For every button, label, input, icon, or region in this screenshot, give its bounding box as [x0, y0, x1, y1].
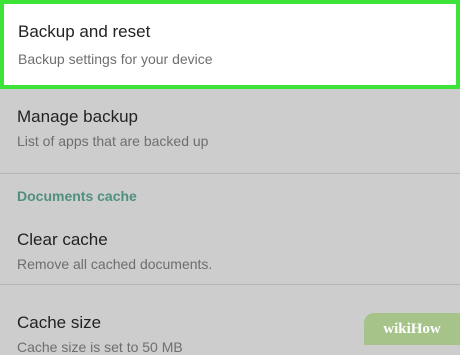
settings-item-subtitle: Cache size is set to 50 MB: [17, 339, 183, 355]
settings-item-subtitle: Remove all cached documents.: [17, 256, 213, 272]
settings-item-title: Clear cache: [17, 230, 108, 249]
settings-item-subtitle: List of apps that are backed up: [17, 133, 209, 149]
watermark-how-text: How: [410, 320, 441, 337]
settings-screen: Backup and reset Backup settings for you…: [0, 0, 460, 355]
settings-item-subtitle: Backup settings for your device: [18, 51, 213, 67]
settings-item-title: Cache size: [17, 313, 102, 332]
divider: [0, 284, 460, 285]
watermark-wiki-text: wiki: [383, 320, 411, 337]
section-header-documents-cache: Documents cache: [17, 188, 137, 204]
settings-item-clear-cache[interactable]: Clear cache Remove all cached documents.: [0, 218, 460, 284]
settings-item-manage-backup[interactable]: Manage backup List of apps that are back…: [0, 93, 460, 173]
divider: [0, 173, 460, 174]
settings-item-title: Backup and reset: [18, 22, 151, 41]
settings-item-backup-and-reset[interactable]: Backup and reset Backup settings for you…: [0, 0, 460, 89]
wikihow-watermark: wiki How: [364, 313, 460, 345]
settings-item-title: Manage backup: [17, 107, 138, 126]
